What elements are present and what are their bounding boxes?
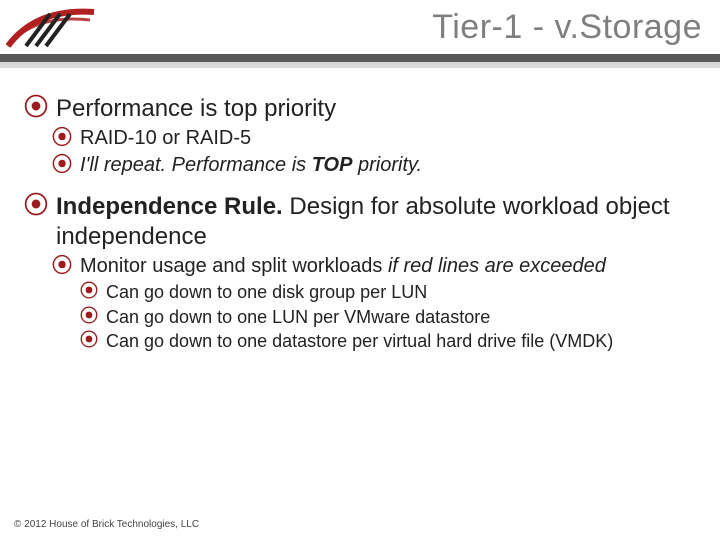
- text-bold: Independence Rule.: [56, 193, 283, 220]
- bullet-text: Monitor usage and split workloads if red…: [80, 254, 606, 279]
- bullet-icon: ⦿: [24, 94, 48, 123]
- header-bars: [0, 54, 720, 68]
- bullet-text: Can go down to one disk group per LUN: [106, 281, 427, 304]
- bullet-l3: ⦿ Can go down to one LUN per VMware data…: [80, 306, 696, 329]
- bullet-icon: ⦿: [52, 254, 72, 278]
- bullet-l2: ⦿ RAID-10 or RAID-5: [52, 126, 696, 151]
- bullet-icon: ⦿: [80, 306, 98, 328]
- bar-light: [0, 62, 720, 68]
- bullet-icon: ⦿: [52, 126, 72, 150]
- bullet-l2: ⦿ I'll repeat. Performance is TOP priori…: [52, 153, 696, 178]
- footer-copyright: © 2012 House of Brick Technologies, LLC: [14, 519, 199, 530]
- text-bold: TOP: [312, 154, 353, 176]
- bullet-icon: ⦿: [80, 330, 98, 352]
- text-segment: Monitor usage and split workloads: [80, 255, 388, 277]
- text-segment: priority.: [352, 154, 422, 176]
- bullet-text: Independence Rule. Design for absolute w…: [56, 192, 696, 252]
- slide-title: Tier-1 - v.Storage: [432, 8, 702, 47]
- slide-header: Tier-1 - v.Storage: [0, 0, 720, 78]
- text-italic: if red lines are exceeded: [388, 255, 606, 277]
- bullet-text: Can go down to one LUN per VMware datast…: [106, 306, 490, 329]
- bullet-text: Performance is top priority: [56, 94, 336, 124]
- bullet-icon: ⦿: [24, 192, 48, 221]
- bullet-l1: ⦿ Performance is top priority: [24, 94, 696, 124]
- bullet-icon: ⦿: [52, 153, 72, 177]
- text-segment: I'll repeat. Performance is: [80, 154, 312, 176]
- bar-dark: [0, 54, 720, 62]
- slide: Tier-1 - v.Storage ⦿ Performance is top …: [0, 0, 720, 540]
- bullet-l3: ⦿ Can go down to one datastore per virtu…: [80, 330, 696, 353]
- bullet-l3: ⦿ Can go down to one disk group per LUN: [80, 281, 696, 304]
- bullet-l1: ⦿ Independence Rule. Design for absolute…: [24, 192, 696, 252]
- slide-content: ⦿ Performance is top priority ⦿ RAID-10 …: [0, 78, 720, 353]
- logo: [6, 6, 96, 50]
- bullet-text: RAID-10 or RAID-5: [80, 126, 251, 151]
- bullet-icon: ⦿: [80, 281, 98, 303]
- bullet-text: Can go down to one datastore per virtual…: [106, 330, 613, 353]
- bullet-text: I'll repeat. Performance is TOP priority…: [80, 153, 422, 178]
- bullet-l2: ⦿ Monitor usage and split workloads if r…: [52, 254, 696, 279]
